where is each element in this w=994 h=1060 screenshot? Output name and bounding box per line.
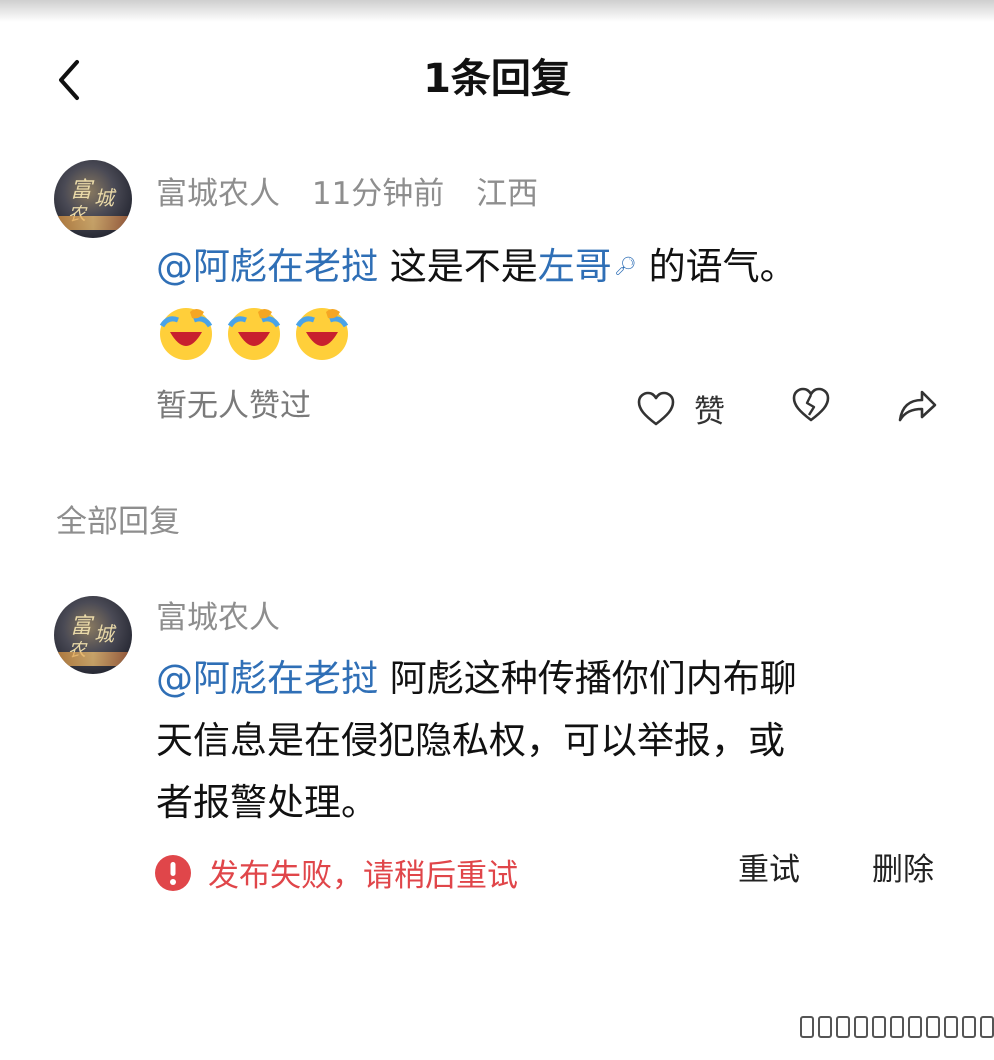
search-icon: 🔎︎ — [613, 256, 637, 277]
broken-heart-icon — [792, 387, 830, 422]
comment-meta: 富城农人 11分钟前 江西 — [156, 174, 560, 214]
face-with-tears-of-joy-icon — [227, 308, 281, 360]
publish-failed-status: 发布失败，请稍后重试 — [154, 850, 518, 895]
emoji-row — [156, 302, 352, 362]
comment-time: 11分钟前 — [311, 176, 445, 212]
dislike-button[interactable] — [791, 386, 831, 424]
comment-text-part1: 这是不是 — [389, 245, 538, 288]
header: 1条回复 — [0, 40, 994, 120]
error-icon — [155, 854, 191, 891]
author-name[interactable]: 富城农人 — [156, 600, 280, 636]
heart-icon — [637, 391, 675, 425]
avatar[interactable]: 富 城 农 — [54, 596, 132, 674]
author-name[interactable]: 富城农人 — [156, 176, 280, 212]
page-title: 1条回复 — [423, 56, 571, 102]
section-title: 全部回复 — [56, 504, 180, 540]
comment-text: @阿彪在老挝 这是不是左哥 🔎︎ 的语气。 — [156, 236, 956, 298]
reply-text-line3: 者报警处理。 — [156, 781, 378, 824]
mention-link[interactable]: @阿彪在老挝 — [156, 245, 378, 288]
reply-text: @阿彪在老挝 阿彪这种传播你们内布聊 天信息是在侵犯隐私权，可以举报，或 者报警… — [156, 648, 956, 834]
like-button[interactable]: 赞 — [636, 386, 725, 431]
comment-location: 江西 — [476, 176, 539, 212]
face-with-tears-of-joy-icon — [159, 308, 213, 360]
like-label: 赞 — [694, 394, 725, 430]
reply-line-1: @阿彪在老挝 阿彪这种传播你们内布聊 — [156, 648, 956, 710]
topic-link[interactable]: 左哥 — [538, 245, 612, 288]
share-arrow-icon — [898, 390, 937, 422]
face-with-tears-of-joy-icon — [295, 308, 349, 360]
bottom-indicator — [800, 1016, 994, 1038]
delete-button[interactable]: 删除 — [872, 850, 934, 890]
reply-text-line2: 天信息是在侵犯隐私权，可以举报，或 — [156, 719, 785, 762]
top-shadow — [0, 0, 994, 22]
likes-status: 暂无人赞过 — [156, 388, 311, 424]
retry-button[interactable]: 重试 — [738, 850, 800, 890]
share-button[interactable] — [896, 386, 938, 424]
avatar[interactable]: 富 城 农 — [54, 160, 132, 238]
publish-failed-text: 发布失败，请稍后重试 — [208, 858, 518, 894]
reply-text-line1: 阿彪这种传播你们内布聊 — [389, 657, 797, 700]
comment-text-part2: 的语气。 — [648, 245, 797, 288]
reply-meta: 富城农人 — [156, 598, 302, 638]
mention-link[interactable]: @阿彪在老挝 — [156, 657, 378, 700]
